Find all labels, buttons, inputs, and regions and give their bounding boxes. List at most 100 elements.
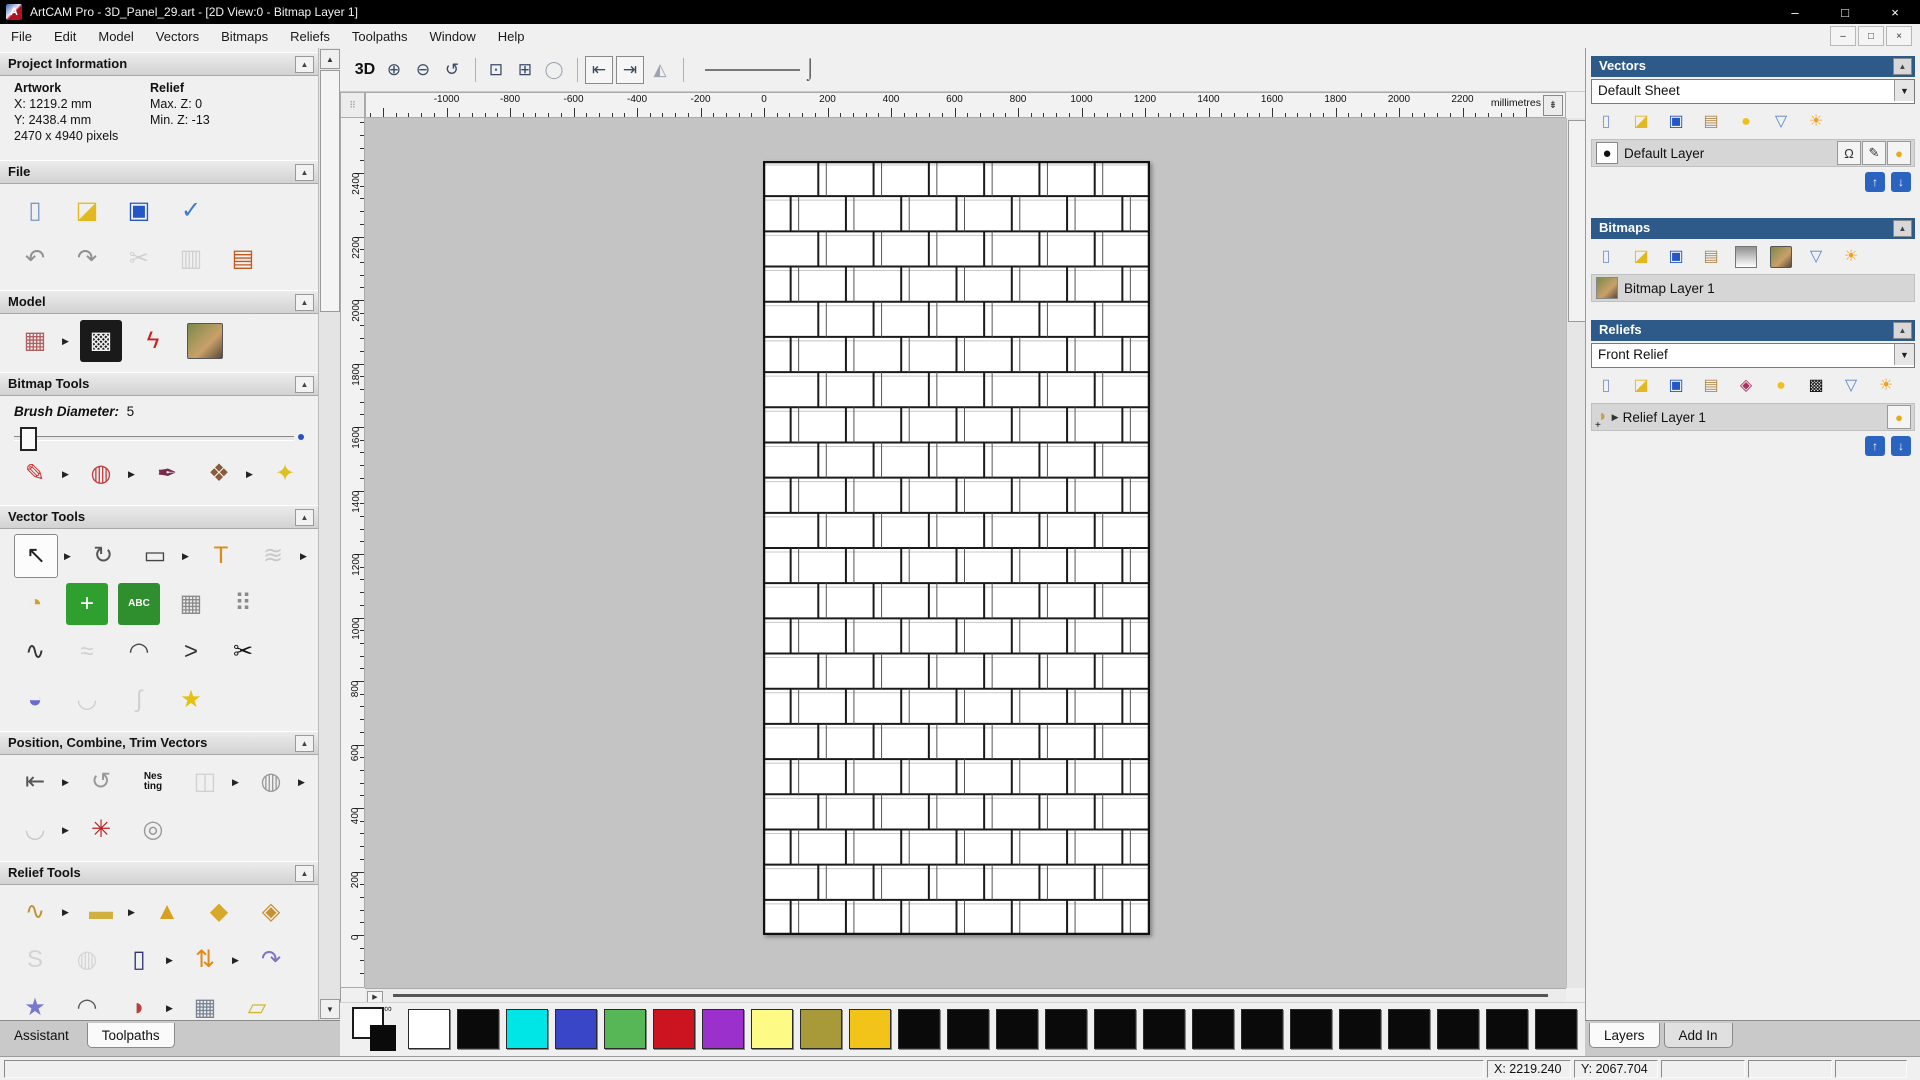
- palette-swatch-13[interactable]: [996, 1009, 1038, 1049]
- view-3d-button[interactable]: 3D: [352, 57, 378, 83]
- collapse-bitmaps-button[interactable]: ▲: [1893, 220, 1912, 237]
- toggle-all-bitmaps-icon[interactable]: ☀: [1838, 244, 1864, 270]
- menu-model[interactable]: Model: [87, 24, 144, 48]
- zero-plane-flyout-arrow[interactable]: ▶: [128, 907, 136, 918]
- create-polyline-icon[interactable]: ∿: [14, 631, 56, 673]
- canvas-hscroll-thumb[interactable]: [393, 994, 1548, 997]
- zoom-selection-button[interactable]: ◯: [541, 57, 567, 83]
- smooth-relief-flyout-arrow[interactable]: ▶: [62, 907, 70, 918]
- cut-icon[interactable]: ✂: [118, 238, 160, 280]
- palette-swatch-2[interactable]: [457, 1009, 499, 1049]
- mdi-close-button[interactable]: ×: [1886, 26, 1912, 46]
- next-bitmap-layer-button[interactable]: ⇥: [616, 55, 644, 84]
- relief-layer-row[interactable]: ◗ + ▶ Relief Layer 1 ●: [1591, 403, 1915, 431]
- copy-icon[interactable]: ▥: [170, 238, 212, 280]
- extrude-relief-icon[interactable]: ◗: [118, 987, 160, 1020]
- menu-help[interactable]: Help: [487, 24, 536, 48]
- secondary-colour[interactable]: [370, 1025, 396, 1051]
- assistant-scrollbar[interactable]: ▲ ▼: [318, 48, 340, 1020]
- layer-lock-icon[interactable]: Ω: [1837, 141, 1861, 165]
- transform-vectors-icon[interactable]: ↻: [82, 535, 124, 577]
- undo-icon[interactable]: ↶: [14, 238, 56, 280]
- palette-swatch-17[interactable]: [1192, 1009, 1234, 1049]
- canvas-vscroll-thumb[interactable]: [1568, 120, 1586, 322]
- interlocking-vectors-icon[interactable]: ◎: [132, 809, 174, 851]
- layer-visibility-bulb-icon[interactable]: ●: [1887, 141, 1911, 165]
- palette-swatch-22[interactable]: [1437, 1009, 1479, 1049]
- paint-tool-flyout-arrow[interactable]: ▶: [62, 469, 70, 480]
- create-boundary-icon[interactable]: ◒: [14, 679, 56, 721]
- envelope-distortion-icon[interactable]: ▦: [170, 583, 212, 625]
- model-options-icon[interactable]: ✓: [170, 190, 212, 232]
- block-copy-rotate-icon[interactable]: +: [66, 583, 108, 625]
- paint-tool-icon[interactable]: ✎: [14, 453, 56, 495]
- add-relief-icon[interactable]: ▲: [146, 891, 188, 933]
- line-width-handle[interactable]: ⌡: [804, 58, 816, 81]
- magic-wand-icon[interactable]: ✦: [264, 453, 306, 495]
- dropdown-arrow-icon[interactable]: ▼: [1894, 344, 1914, 365]
- collapse-project-information-button[interactable]: ▲: [295, 56, 314, 73]
- minimize-button[interactable]: –: [1770, 0, 1820, 24]
- layer-snap-icon[interactable]: ✎: [1862, 141, 1886, 165]
- set-model-size-icon[interactable]: ▦: [14, 320, 56, 362]
- weld-vectors-flyout-arrow[interactable]: ▶: [298, 777, 306, 788]
- brush-slider-track[interactable]: [14, 436, 294, 441]
- sculpt-icon[interactable]: S: [14, 939, 56, 981]
- close-button[interactable]: ×: [1870, 0, 1920, 24]
- relief-layer-stack-icon[interactable]: ▱: [236, 987, 278, 1020]
- select-vectors-flyout-arrow[interactable]: ▶: [64, 551, 72, 562]
- freehand-draw-icon[interactable]: ≈: [66, 631, 108, 673]
- mdi-minimize-button[interactable]: –: [1830, 26, 1856, 46]
- shape-editor-icon[interactable]: ★: [14, 987, 56, 1020]
- measure-tool-icon[interactable]: ◔: [14, 583, 56, 625]
- create-text-icon[interactable]: T: [200, 535, 242, 577]
- zero-plane-icon[interactable]: ▬: [80, 891, 122, 933]
- palette-swatch-23[interactable]: [1486, 1009, 1528, 1049]
- expander-icon[interactable]: ▶: [1612, 412, 1619, 423]
- brush-diameter-slider[interactable]: [14, 427, 304, 451]
- dropdown-arrow-icon[interactable]: ▼: [1894, 80, 1914, 101]
- new-model-icon[interactable]: ▯: [14, 190, 56, 232]
- colour-picker-icon[interactable]: ✒: [146, 453, 188, 495]
- colour-link-icon[interactable]: ∞: [384, 1003, 392, 1015]
- nesting-icon[interactable]: Nes ting: [132, 761, 174, 803]
- move-relief-down-button[interactable]: ↓: [1891, 436, 1911, 456]
- palette-swatch-12[interactable]: [947, 1009, 989, 1049]
- collapse-model-button[interactable]: ▲: [295, 294, 314, 311]
- delete-vector-layer-icon[interactable]: ▽: [1768, 109, 1794, 135]
- palette-swatch-21[interactable]: [1388, 1009, 1430, 1049]
- fit-vectors-to-bitmap-flyout-arrow[interactable]: ▶: [300, 551, 308, 562]
- two-rail-sweep-icon[interactable]: ◠: [66, 987, 108, 1020]
- palette-swatch-20[interactable]: [1339, 1009, 1381, 1049]
- invert-model-icon[interactable]: ▩: [80, 320, 122, 362]
- collapse-reliefs-button[interactable]: ▲: [1893, 322, 1912, 339]
- relief-texture-icon[interactable]: ▩: [1803, 373, 1829, 399]
- select-vectors-icon[interactable]: ↖: [14, 534, 58, 578]
- bitmap-fill-icon[interactable]: [1768, 244, 1794, 270]
- colour-palette-flyout-arrow[interactable]: ▶: [246, 469, 254, 480]
- set-model-size-flyout-arrow[interactable]: ▶: [62, 336, 70, 347]
- colour-fade-icon[interactable]: [1733, 244, 1759, 270]
- palette-swatch-8[interactable]: [751, 1009, 793, 1049]
- merge-relief-layers-icon[interactable]: ▤: [1698, 373, 1724, 399]
- stack-reliefs-icon[interactable]: ◈: [1733, 373, 1759, 399]
- delete-relief-layer-icon[interactable]: ▽: [1838, 373, 1864, 399]
- colour-palette-icon[interactable]: ❖: [198, 453, 240, 495]
- collapse-vector-tools-button[interactable]: ▲: [295, 509, 314, 526]
- bitmap-layer-thumbnail[interactable]: [1596, 277, 1618, 299]
- palette-swatch-16[interactable]: [1143, 1009, 1185, 1049]
- fit-vectors-to-bitmap-icon[interactable]: ≋: [252, 535, 294, 577]
- create-rectangle-icon[interactable]: ▭: [134, 535, 176, 577]
- vector-sheet-dropdown[interactable]: Default Sheet ▼: [1591, 79, 1915, 104]
- menu-edit[interactable]: Edit: [43, 24, 87, 48]
- palette-swatch-10[interactable]: [849, 1009, 891, 1049]
- palette-swatch-15[interactable]: [1094, 1009, 1136, 1049]
- relief-envelope-icon[interactable]: ↷: [250, 939, 292, 981]
- scale-relief-height-icon[interactable]: ⇅: [184, 939, 226, 981]
- fillet-tool-flyout-arrow[interactable]: ▶: [62, 825, 70, 836]
- text-on-curve-icon[interactable]: ↺: [80, 761, 122, 803]
- scale-relief-height-flyout-arrow[interactable]: ▶: [232, 955, 240, 966]
- align-vectors-flyout-arrow[interactable]: ▶: [62, 777, 70, 788]
- collapse-vectors-button[interactable]: ▲: [1893, 58, 1912, 75]
- menu-bitmaps[interactable]: Bitmaps: [210, 24, 279, 48]
